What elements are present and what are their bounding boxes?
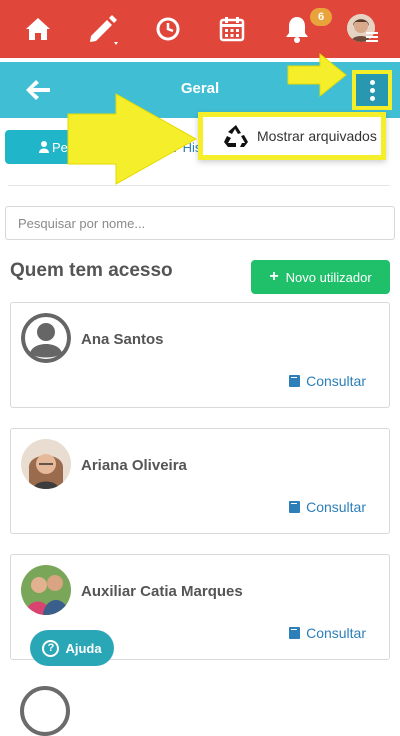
user-card: Ariana Oliveira Consultar [10,428,390,534]
consult-link[interactable]: Consultar [289,373,366,389]
recycle-icon [221,121,251,151]
avatar [21,313,71,363]
plus-icon: + [269,268,279,285]
dot-icon [369,87,375,93]
consult-label: Consultar [306,625,366,641]
user-icon [39,141,49,153]
avatar [20,686,70,736]
dot-icon [369,95,375,101]
clock-icon[interactable] [150,11,186,47]
show-archived-item[interactable]: Mostrar arquivados [257,128,377,144]
annotation-arrow-icon [287,52,347,98]
user-name: Auxiliar Catia Marques [81,583,243,600]
question-icon: ? [42,639,60,657]
options-dropdown: Mostrar arquivados [198,112,386,160]
pencil-icon[interactable] [86,11,122,47]
user-name: Ariana Oliveira [81,457,187,474]
avatar [21,565,71,615]
search-input[interactable] [5,206,395,240]
annotation-arrow-icon [67,93,198,185]
book-icon [289,627,301,639]
notification-badge: 6 [310,8,332,26]
consult-link[interactable]: Consultar [289,499,366,515]
top-navigation-bar: 6 [0,0,400,58]
calendar-icon[interactable] [214,11,250,47]
book-icon [289,375,301,387]
home-icon[interactable] [20,11,56,47]
user-card: Ana Santos Consultar [10,302,390,408]
more-options-button[interactable] [352,70,392,110]
new-user-label: Novo utilizador [285,269,372,285]
new-user-button[interactable]: + Novo utilizador [251,260,390,294]
consult-label: Consultar [306,499,366,515]
user-name: Ana Santos [81,331,164,348]
help-label: Ajuda [65,640,102,656]
book-icon [289,501,301,513]
menu-lines-icon [366,32,378,42]
avatar [21,439,71,489]
consult-link[interactable]: Consultar [289,625,366,641]
consult-label: Consultar [306,373,366,389]
dot-icon [369,79,375,85]
help-button[interactable]: ? Ajuda [30,630,114,666]
access-section-title: Quem tem acesso [10,260,173,281]
